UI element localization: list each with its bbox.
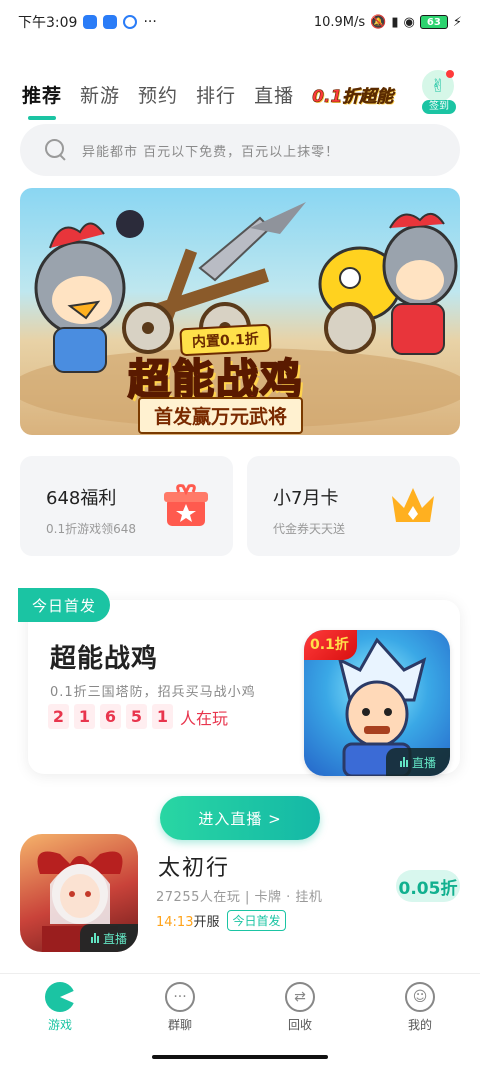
nav-label: 我的 — [407, 1018, 432, 1032]
open-time-suffix: 开服 — [193, 915, 220, 930]
live-bars-icon — [399, 757, 408, 767]
signin-button[interactable]: ✌ 签到 — [420, 68, 458, 114]
mute-icon: 🔕 — [370, 14, 387, 30]
crown-icon — [392, 488, 434, 522]
featured-game-desc: 0.1折三国塔防，招兵买马战小鸡 — [50, 685, 256, 700]
tab-recommend[interactable]: 推荐 — [22, 81, 62, 120]
nav-profile[interactable]: ☺ 我的 — [380, 982, 460, 1033]
search-bar[interactable]: 异能都市 百元以下免费，百元以上抹零！ — [20, 124, 460, 176]
send-app-icon — [103, 15, 118, 29]
signal-icon: ▮ — [391, 14, 399, 30]
nav-group-chat[interactable]: ··· 群聊 — [140, 982, 220, 1033]
banner-tagline: 首发赢万元武将 — [138, 397, 304, 434]
players-label: 人在玩 — [180, 708, 229, 728]
today-launch-badge: 今日首发 — [18, 588, 110, 622]
promo-tab[interactable]: 0.1折超能 — [312, 82, 394, 107]
player-counter: 2 1 6 5 1 人在玩 — [48, 704, 228, 729]
live-label: 直播 — [411, 755, 436, 770]
nav-recycle[interactable]: ⇄ 回收 — [260, 982, 340, 1033]
tab-new-games[interactable]: 新游 — [80, 81, 120, 108]
card-648-welfare[interactable]: 648福利 0.1折游戏领648 — [20, 456, 233, 556]
live-label: 直播 — [102, 931, 127, 946]
game-name: 太初行 — [158, 856, 231, 881]
game-meta: 27255人在玩 | 卡牌 · 挂机 — [156, 890, 323, 905]
tab-live[interactable]: 直播 — [254, 81, 294, 108]
live-pill: 直播 — [386, 748, 450, 776]
charging-icon: ⚡ — [452, 14, 462, 30]
top-tabs: 推荐 新游 预约 排行 直播 0.1折超能 ✌ 签到 — [22, 68, 458, 120]
counter-digit: 6 — [100, 704, 121, 729]
profile-icon: ☺ — [405, 982, 435, 1012]
server-open-time: 14:13开服 今日首发 — [156, 910, 286, 931]
nav-games[interactable]: 游戏 — [20, 982, 100, 1033]
ring-app-icon — [123, 15, 138, 29]
signin-label: 签到 — [422, 100, 456, 114]
shield-app-icon — [83, 15, 98, 29]
clock: 下午3:09 — [18, 15, 78, 31]
wifi-icon: ◉ — [403, 14, 415, 30]
more-notifications-icon: ··· — [143, 14, 157, 30]
quick-cards: 648福利 0.1折游戏领648 小7月卡 代金券天天送 — [20, 456, 460, 556]
live-bars-icon — [90, 933, 99, 943]
network-speed: 10.9M/s — [313, 14, 366, 30]
battery-icon: 63 — [419, 15, 448, 29]
counter-digit: 2 — [48, 704, 69, 729]
search-icon — [44, 138, 68, 162]
nav-label: 游戏 — [47, 1018, 72, 1032]
featured-game-art[interactable]: 0.1折 直播 — [304, 630, 450, 776]
gift-icon — [164, 484, 208, 526]
today-launch-badge: 今日首发 — [227, 910, 286, 931]
price-button[interactable]: 0.05折 — [396, 870, 460, 902]
home-indicator[interactable] — [152, 1055, 328, 1059]
tab-ranking[interactable]: 排行 — [196, 81, 236, 108]
nav-label: 回收 — [287, 1018, 312, 1032]
promo-banner[interactable]: 内置0.1折 超能战鸡 首发赢万元武将 — [20, 188, 460, 435]
search-placeholder: 异能都市 百元以下免费，百元以上抹零！ — [82, 144, 340, 160]
promo-tab-prefix: 0.1折 — [312, 86, 360, 107]
chat-icon: ··· — [165, 982, 195, 1012]
home-page: 推荐 新游 预约 排行 直播 0.1折超能 ✌ 签到 异能都市 百元以下免费，百… — [0, 44, 480, 973]
promo-tab-highlight: 超能 — [359, 86, 394, 107]
live-pill: 直播 — [80, 924, 138, 952]
game-list-item[interactable]: 直播 太初行 27255人在玩 | 卡牌 · 挂机 14:13开服 今日首发 0… — [20, 834, 480, 954]
counter-digit: 5 — [126, 704, 147, 729]
discount-corner-tag: 0.1折 — [304, 630, 357, 660]
counter-digit: 1 — [152, 704, 173, 729]
game-icon — [45, 982, 75, 1012]
status-bar: 下午3:09 ··· 10.9M/s 🔕 ▮ ◉ 63 ⚡ — [0, 0, 480, 44]
bottom-navigation: 游戏 ··· 群聊 ⇄ 回收 ☺ 我的 — [0, 973, 480, 1067]
signin-icon: ✌ — [420, 68, 456, 104]
recycle-icon: ⇄ — [285, 982, 315, 1012]
featured-game-title: 超能战鸡 — [50, 644, 159, 674]
notification-dot — [446, 70, 454, 78]
card-monthly-pass[interactable]: 小7月卡 代金券天天送 — [247, 456, 460, 556]
game-icon-image[interactable]: 直播 — [20, 834, 138, 952]
tab-reservation[interactable]: 预约 — [138, 81, 178, 108]
counter-digit: 1 — [74, 704, 95, 729]
nav-label: 群聊 — [167, 1018, 192, 1032]
open-time: 14:13 — [156, 915, 194, 930]
